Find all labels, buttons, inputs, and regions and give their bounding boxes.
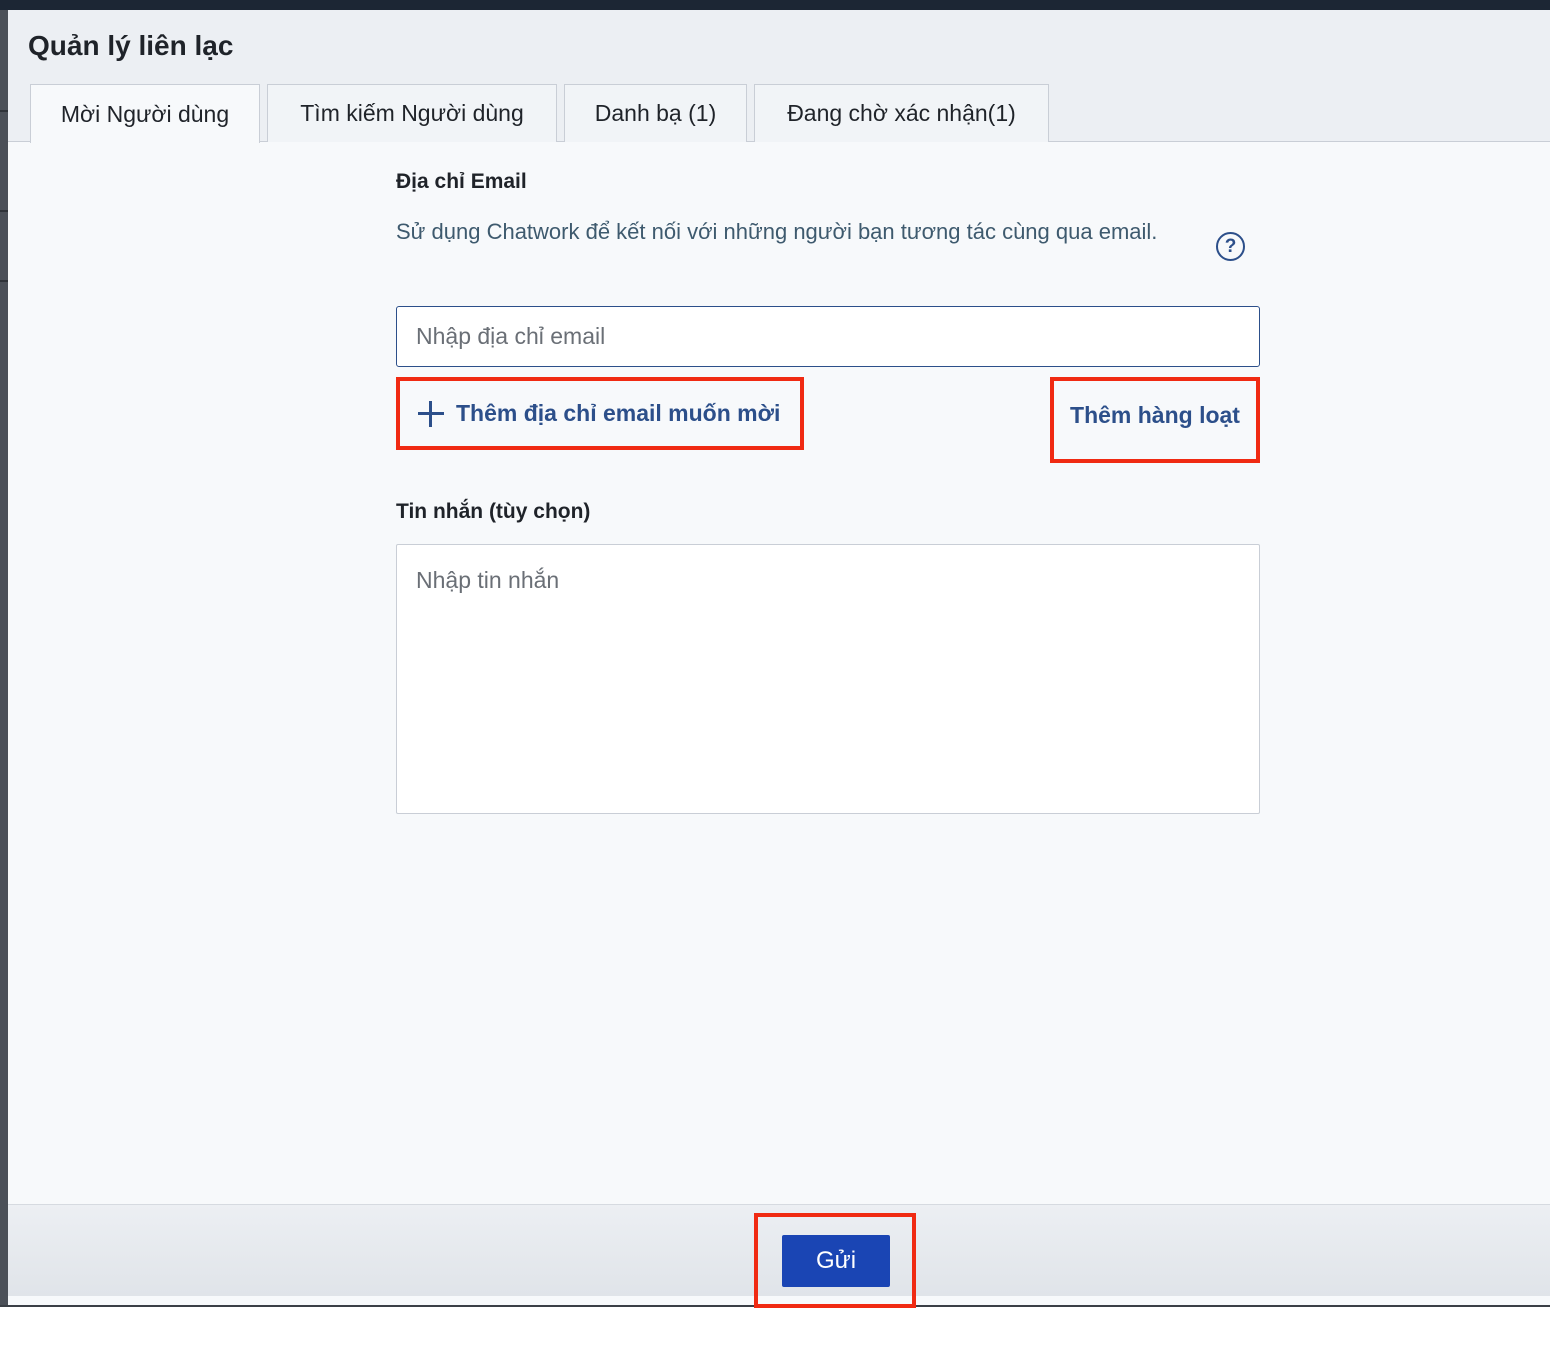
plus-icon	[418, 400, 444, 427]
send-button[interactable]: Gửi	[782, 1235, 890, 1287]
email-input[interactable]	[396, 306, 1260, 367]
background-page-edge	[0, 10, 8, 1306]
message-input[interactable]	[396, 544, 1260, 814]
help-glyph: ?	[1224, 235, 1237, 257]
top-bar	[0, 0, 1550, 10]
tab-pending-approval[interactable]: Đang chờ xác nhận(1)	[754, 84, 1049, 142]
tab-bar: Mời Người dùng Tìm kiếm Người dùng Danh …	[30, 84, 1056, 143]
tab-search-users[interactable]: Tìm kiếm Người dùng	[267, 84, 557, 142]
email-description: Sử dụng Chatwork để kết nối với những ng…	[396, 219, 1158, 244]
dialog-title: Quản lý liên lạc	[28, 30, 234, 61]
bulk-add-button[interactable]: Thêm hàng loạt	[1050, 377, 1260, 463]
help-icon[interactable]: ?	[1216, 232, 1245, 261]
dialog-header: Quản lý liên lạc Mời Người dùng Tìm kiếm…	[8, 10, 1550, 143]
message-label: Tin nhắn (tùy chọn)	[396, 500, 591, 523]
tab-contacts[interactable]: Danh bạ (1)	[564, 84, 747, 142]
background-divider	[0, 210, 8, 212]
invite-form: Địa chỉ Email Sử dụng Chatwork để kết nố…	[396, 170, 1260, 814]
background-divider	[0, 280, 8, 282]
background-divider	[0, 110, 8, 112]
add-email-button[interactable]: Thêm địa chỉ email muốn mời	[396, 377, 804, 450]
add-email-label: Thêm địa chỉ email muốn mời	[456, 400, 781, 426]
email-label: Địa chỉ Email	[396, 170, 527, 193]
tab-invite-users[interactable]: Mời Người dùng	[30, 84, 260, 143]
